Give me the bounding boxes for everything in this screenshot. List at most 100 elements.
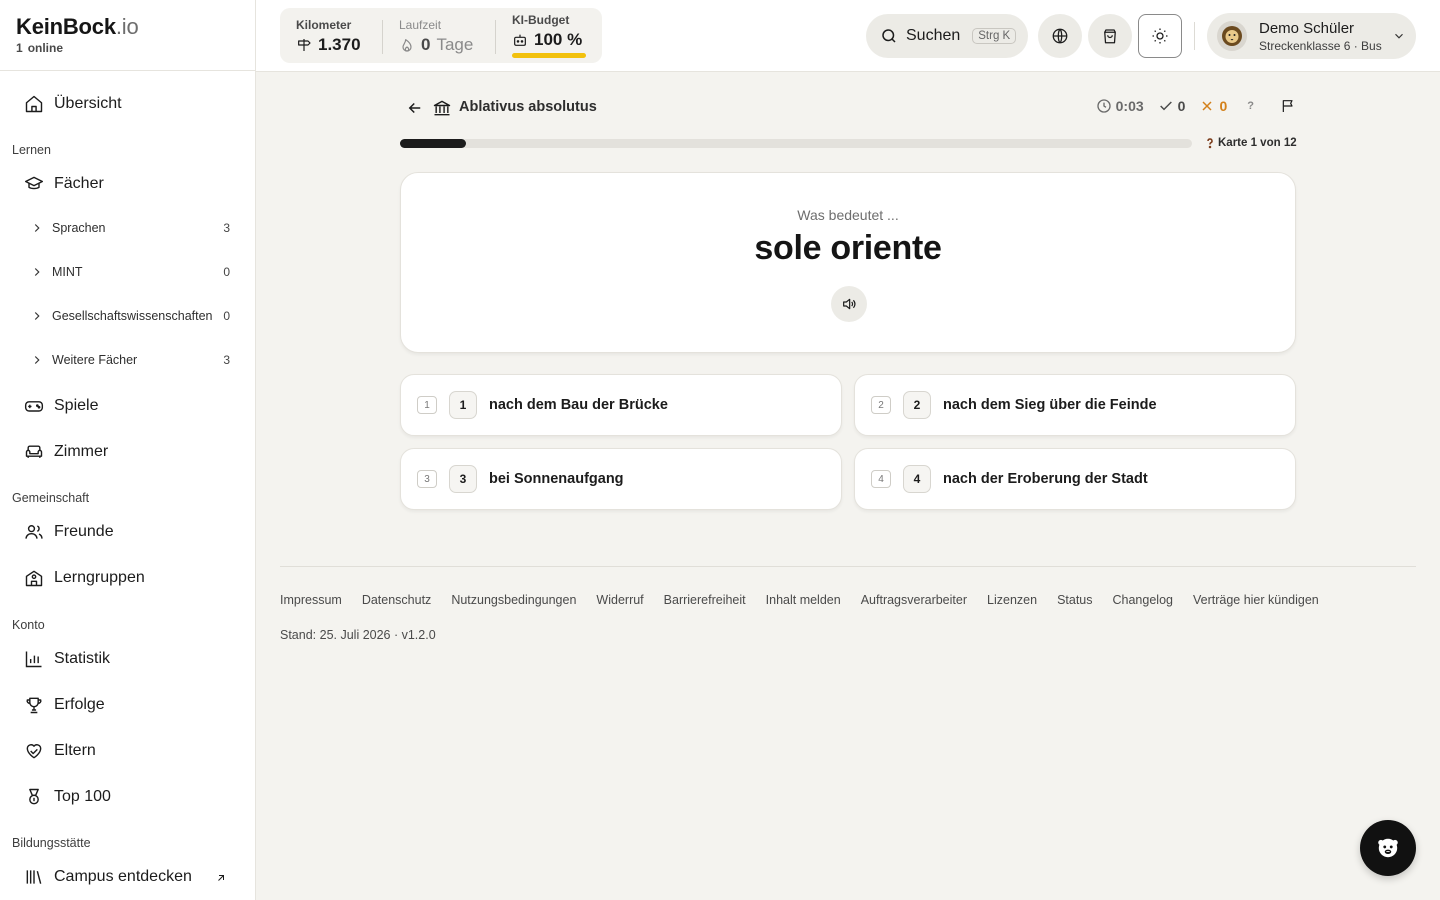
avatar xyxy=(1217,21,1247,51)
footer-link-impressum[interactable]: Impressum xyxy=(280,593,342,607)
sidebar: KeinBock.io 1 online Übersicht Lernen Fäc… xyxy=(0,0,256,900)
answer-number: 4 xyxy=(903,465,931,493)
footer-link-widerruf[interactable]: Widerruf xyxy=(596,593,643,607)
footer-link-lizenzen[interactable]: Lizenzen xyxy=(987,593,1037,607)
sofa-icon xyxy=(25,445,43,458)
answer-option-1[interactable]: 1 1 nach dem Bau der Brücke xyxy=(400,374,842,436)
trophy-icon xyxy=(26,697,42,714)
nav-top100[interactable]: Top 100 xyxy=(24,787,111,807)
footer-link-auftragsverarbeiter[interactable]: Auftragsverarbeiter xyxy=(861,593,967,607)
question-card: Was bedeutet ... sole oriente xyxy=(400,172,1296,353)
stat-ki-budget: KI-Budget 100 % xyxy=(512,13,583,49)
library-icon xyxy=(26,870,42,884)
footer-link-inhalt-melden[interactable]: Inhalt melden xyxy=(766,593,841,607)
answer-text: nach dem Sieg über die Feinde xyxy=(943,397,1157,413)
answer-number: 1 xyxy=(449,391,477,419)
nav-friends[interactable]: Freunde xyxy=(24,522,114,542)
answer-number: 2 xyxy=(903,391,931,419)
nav-achievements[interactable]: Erfolge xyxy=(24,695,105,715)
answer-option-2[interactable]: 2 2 nach dem Sieg über die Feinde xyxy=(854,374,1296,436)
answer-option-3[interactable]: 3 3 bei Sonnenaufgang xyxy=(400,448,842,510)
play-audio-button[interactable] xyxy=(831,286,867,322)
divider xyxy=(1194,22,1195,50)
footer-link-barrierefreiheit[interactable]: Barrierefreiheit xyxy=(664,593,746,607)
count-badge: 3 xyxy=(223,353,230,367)
nav-room[interactable]: Zimmer xyxy=(24,442,108,462)
answer-number: 3 xyxy=(449,465,477,493)
shortcut-hint: Strg K xyxy=(972,28,1017,44)
language-button[interactable] xyxy=(1038,14,1082,58)
x-icon xyxy=(1202,101,1212,111)
chevron-right-icon xyxy=(34,224,40,232)
brand[interactable]: KeinBock.io 1 online xyxy=(16,14,139,55)
signpost-icon xyxy=(298,39,311,51)
answer-option-4[interactable]: 4 4 nach der Eroberung der Stadt xyxy=(854,448,1296,510)
stats-panel: Kilometer 1.370 Laufzeit 0 Tage KI-Budge… xyxy=(280,8,602,63)
nav-subjects[interactable]: Fächer xyxy=(24,174,104,194)
flag-icon xyxy=(1282,100,1293,112)
divider xyxy=(0,70,256,71)
sidebar-item-gesellschaftswissenschaften[interactable]: Gesellschaftswissenschaften 0 xyxy=(30,309,230,323)
question-mark-icon xyxy=(1207,138,1213,149)
users-icon xyxy=(25,525,43,539)
sidebar-item-sprachen[interactable]: Sprachen 3 xyxy=(30,221,230,235)
nav-overview[interactable]: Übersicht xyxy=(24,94,122,114)
divider xyxy=(382,20,383,54)
online-indicator: 1 online xyxy=(16,41,64,55)
count-badge: 0 xyxy=(223,309,230,323)
section-label-education: Bildungsstätte xyxy=(12,836,91,850)
nav-statistics[interactable]: Statistik xyxy=(24,649,110,669)
user-class: Streckenklasse 6 · Bus xyxy=(1259,38,1382,53)
nav-parents[interactable]: Eltern xyxy=(24,741,96,761)
quiz-progress-fill xyxy=(400,139,466,148)
bar-chart-icon xyxy=(25,651,42,668)
nav-games[interactable]: Spiele xyxy=(24,396,98,416)
back-arrow-icon[interactable] xyxy=(406,99,424,117)
search-button[interactable]: Suchen Strg K xyxy=(866,14,1028,58)
question-word: sole oriente xyxy=(754,229,942,267)
stat-laufzeit: Laufzeit 0 Tage xyxy=(399,18,474,54)
shopping-bag-icon xyxy=(1104,29,1116,44)
school-building-icon xyxy=(25,570,43,587)
shop-button[interactable] xyxy=(1088,14,1132,58)
footer-divider xyxy=(280,566,1416,567)
brand-logo[interactable]: KeinBock.io xyxy=(16,14,139,40)
quiz-stats: 0:03 0 0 ? xyxy=(1082,98,1296,114)
lion-avatar-icon xyxy=(1222,26,1242,46)
flame-icon xyxy=(402,39,412,52)
clock-icon xyxy=(1096,99,1111,113)
answer-text: bei Sonnenaufgang xyxy=(489,471,624,487)
nav-study-groups[interactable]: Lerngruppen xyxy=(24,568,145,588)
keyboard-hint: 2 xyxy=(871,396,891,414)
mascot-assistant-button[interactable] xyxy=(1360,820,1416,876)
robot-icon xyxy=(514,34,526,46)
wrong-count: 0 xyxy=(1199,98,1227,114)
deck-title: Ablativus absolutus xyxy=(459,99,597,115)
sidebar-item-weitere-faecher[interactable]: Weitere Fächer 3 xyxy=(30,353,230,367)
version-stamp: Stand: 25. Juli 2026 · v1.2.0 xyxy=(280,628,436,642)
graduation-cap-icon xyxy=(24,176,44,190)
keyboard-hint: 4 xyxy=(871,470,891,488)
sidebar-item-mint[interactable]: MINT 0 xyxy=(30,265,230,279)
theme-toggle-button[interactable] xyxy=(1138,14,1182,58)
check-icon xyxy=(1159,101,1172,111)
footer-link-datenschutz[interactable]: Datenschutz xyxy=(362,593,431,607)
question-prompt: Was bedeutet ... xyxy=(797,207,899,223)
home-icon xyxy=(25,95,43,113)
footer-link-changelog[interactable]: Changelog xyxy=(1113,593,1173,607)
nav-campus[interactable]: Campus entdecken xyxy=(24,867,192,887)
report-flag-button[interactable] xyxy=(1280,98,1296,114)
chevron-down-icon xyxy=(1395,33,1403,39)
footer-link-status[interactable]: Status xyxy=(1057,593,1092,607)
footer-link-vertraege-kuendigen[interactable]: Verträge hier kündigen xyxy=(1193,593,1319,607)
correct-count: 0 xyxy=(1158,98,1185,114)
external-link-icon[interactable] xyxy=(215,872,227,884)
help-button[interactable]: ? xyxy=(1247,100,1254,112)
answer-text: nach der Eroberung der Stadt xyxy=(943,471,1148,487)
user-menu-button[interactable]: Demo Schüler Streckenklasse 6 · Bus xyxy=(1207,13,1416,59)
budget-progress-bar xyxy=(512,53,586,58)
gamepad-icon xyxy=(24,401,44,412)
chevron-right-icon xyxy=(34,268,40,276)
timer: 0:03 xyxy=(1096,98,1144,114)
footer-link-nutzungsbedingungen[interactable]: Nutzungsbedingungen xyxy=(451,593,576,607)
